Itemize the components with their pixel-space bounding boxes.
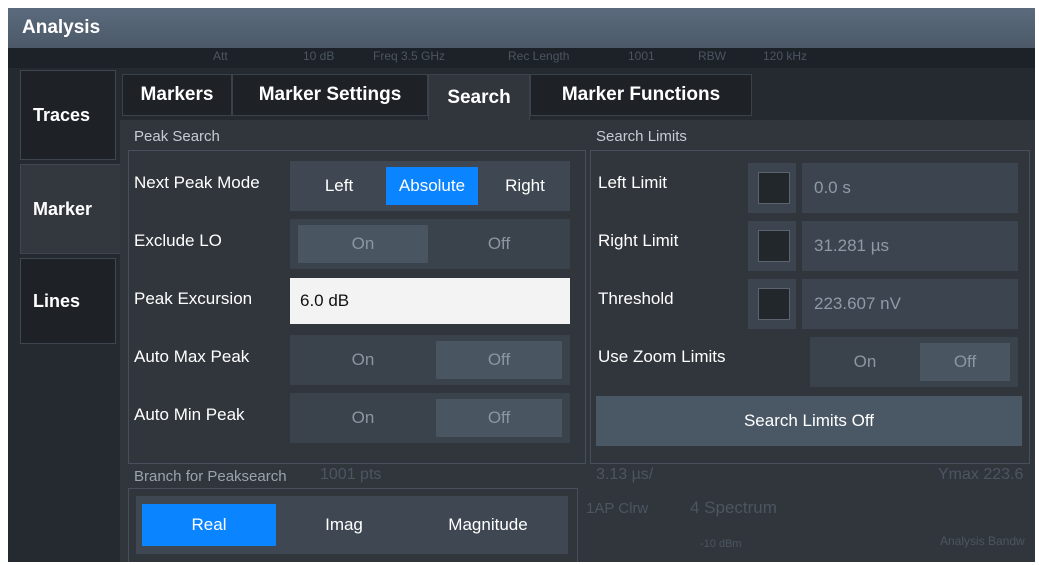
threshold-checkbox[interactable] [758, 288, 790, 320]
next-peak-right-option[interactable]: Right [488, 167, 562, 205]
tab-marker-settings[interactable]: Marker Settings [232, 74, 428, 116]
right-limit-label: Right Limit [598, 231, 679, 250]
branch-imag-option[interactable]: Imag [284, 504, 404, 546]
bg-rbw: RBW [698, 49, 726, 63]
left-limit-checkbox[interactable] [758, 172, 790, 204]
next-peak-absolute-option[interactable]: Absolute [386, 167, 478, 205]
right-limit-value[interactable]: 31.281 µs [802, 221, 1018, 271]
side-tab-label: Marker [33, 198, 93, 219]
auto-max-peak-label: Auto Max Peak [134, 347, 250, 366]
side-nav: Traces Marker Lines [8, 68, 120, 562]
bg-db: -10 dBm [700, 538, 742, 550]
auto-min-peak-on[interactable]: On [298, 399, 428, 437]
branch-magnitude-option[interactable]: Magnitude [416, 504, 560, 546]
bg-rec-length-value: 1001 [628, 49, 655, 63]
peak-search-title: Peak Search [134, 128, 220, 145]
bg-ymax: Ymax 223.6 [938, 466, 1024, 483]
side-tab-label: Lines [33, 290, 81, 311]
bg-spectrum: 4 Spectrum [690, 498, 777, 517]
use-zoom-limits-label: Use Zoom Limits [598, 347, 726, 366]
bg-att-value: 10 dB [303, 49, 335, 63]
right-limit-checkbox[interactable] [758, 230, 790, 262]
bg-rbw-value: 120 kHz [763, 49, 808, 63]
tab-label: Search [447, 86, 511, 108]
next-peak-mode-label: Next Peak Mode [134, 173, 260, 192]
bg-clrw: 1AP Clrw [586, 500, 649, 517]
bg-att: Att [213, 49, 228, 63]
tab-bar: Markers Marker Settings Search Marker Fu… [120, 68, 1035, 120]
use-zoom-limits-off[interactable]: Off [920, 343, 1010, 381]
left-limit-value[interactable]: 0.0 s [802, 163, 1018, 213]
bg-analysis-bw: Analysis Bandw [940, 534, 1025, 548]
title-bar: Analysis [8, 8, 1035, 48]
bg-freq: Freq 3.5 GHz [373, 49, 446, 63]
use-zoom-limits-on[interactable]: On [816, 343, 914, 381]
search-limits-off-button[interactable]: Search Limits Off [596, 396, 1022, 446]
branch-real-option[interactable]: Real [142, 504, 276, 546]
bg-points: 1001 pts [320, 466, 382, 483]
bg-time-div: 3.13 µs/ [596, 466, 654, 483]
tab-markers[interactable]: Markers [122, 74, 232, 116]
auto-max-peak-off[interactable]: Off [436, 341, 562, 379]
peak-excursion-input[interactable]: 6.0 dB [290, 278, 570, 324]
window-title: Analysis [22, 17, 101, 38]
side-tab-traces[interactable]: Traces [20, 70, 116, 160]
analysis-dialog: Analysis Att 10 dB Freq 3.5 GHz Rec Leng… [8, 8, 1035, 562]
tab-label: Marker Settings [258, 84, 402, 105]
bg-rec-length: Rec Length [508, 49, 570, 63]
side-tab-marker[interactable]: Marker [20, 164, 120, 254]
exclude-lo-on[interactable]: On [298, 225, 428, 263]
tab-label: Markers [140, 84, 214, 105]
search-limits-title: Search Limits [596, 128, 687, 145]
threshold-value[interactable]: 223.607 nV [802, 279, 1018, 329]
exclude-lo-label: Exclude LO [134, 231, 222, 250]
side-tab-label: Traces [33, 104, 91, 125]
next-peak-left-option[interactable]: Left [300, 167, 378, 205]
left-limit-label: Left Limit [598, 173, 667, 192]
side-tab-lines[interactable]: Lines [20, 258, 116, 344]
exclude-lo-off[interactable]: Off [436, 225, 562, 263]
auto-min-peak-off[interactable]: Off [436, 399, 562, 437]
branch-title: Branch for Peaksearch [134, 468, 287, 485]
auto-min-peak-label: Auto Min Peak [134, 405, 245, 424]
tab-marker-functions[interactable]: Marker Functions [530, 74, 752, 116]
auto-max-peak-on[interactable]: On [298, 341, 428, 379]
marker-panel: Markers Marker Settings Search Marker Fu… [120, 68, 1035, 562]
tab-label: Marker Functions [561, 84, 721, 105]
peak-excursion-label: Peak Excursion [134, 289, 253, 308]
threshold-label: Threshold [598, 289, 674, 308]
tab-search[interactable]: Search [428, 74, 530, 120]
